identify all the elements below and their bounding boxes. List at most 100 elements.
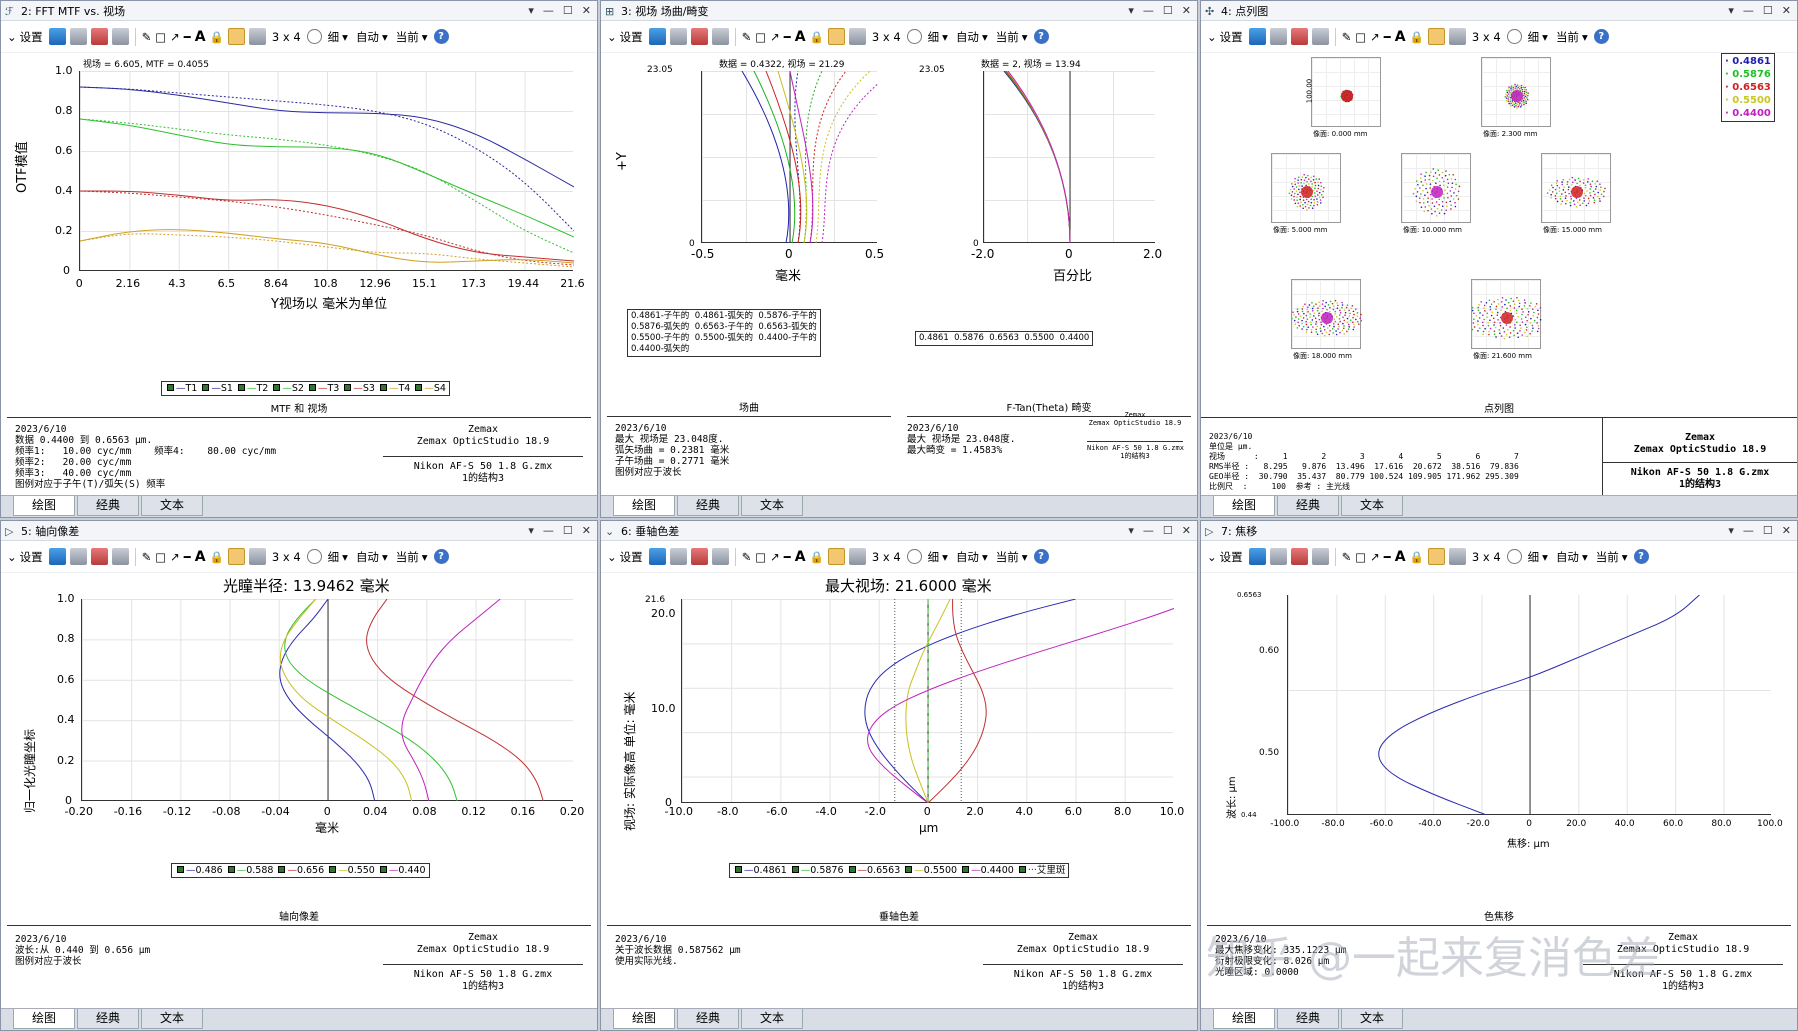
- pane-titlebar[interactable]: ⊞ 3: 视场 场曲/畸变 ▾ — ☐ ✕: [601, 1, 1197, 21]
- line-icon[interactable]: ━: [1384, 550, 1391, 564]
- help-icon[interactable]: ?: [1033, 29, 1049, 44]
- tab-plot[interactable]: 绘图: [613, 1009, 675, 1029]
- tab-text[interactable]: 文本: [1341, 496, 1403, 516]
- fit-icon[interactable]: [1427, 28, 1445, 45]
- arrow-icon[interactable]: ↗: [170, 550, 180, 564]
- power-icon[interactable]: [306, 29, 322, 44]
- settings-button[interactable]: ⌄ 设置: [5, 26, 45, 48]
- minimize-icon[interactable]: —: [1143, 524, 1154, 537]
- maximize-icon[interactable]: ☐: [1163, 524, 1173, 537]
- auto-button[interactable]: 自动 ▾: [354, 546, 390, 568]
- refresh-icon[interactable]: [1248, 28, 1266, 45]
- thin-button[interactable]: 细 ▾: [1526, 26, 1550, 48]
- auto-button[interactable]: 自动 ▾: [954, 546, 990, 568]
- print-icon[interactable]: [111, 28, 129, 45]
- tab-classic[interactable]: 经典: [677, 1009, 739, 1029]
- print-icon[interactable]: [711, 28, 729, 45]
- maximize-icon[interactable]: ☐: [1763, 4, 1773, 17]
- text-icon[interactable]: A: [1395, 549, 1406, 565]
- settings-button[interactable]: ⌄ 设置: [605, 546, 645, 568]
- pane-titlebar[interactable]: ✣ 4: 点列图 ▾ — ☐ ✕: [1201, 1, 1797, 21]
- save-icon[interactable]: [1290, 28, 1308, 45]
- dropdown-icon[interactable]: ▾: [528, 524, 534, 537]
- close-icon[interactable]: ✕: [582, 4, 591, 17]
- lock-icon[interactable]: 🔒: [210, 30, 224, 44]
- auto-button[interactable]: 自动 ▾: [1554, 546, 1590, 568]
- fit-icon[interactable]: [1427, 548, 1445, 565]
- rectangle-icon[interactable]: □: [755, 550, 766, 564]
- refresh-icon[interactable]: [648, 28, 666, 45]
- dropdown-icon[interactable]: ▾: [1728, 4, 1734, 17]
- refresh-icon[interactable]: [648, 548, 666, 565]
- settings-button[interactable]: ⌄ 设置: [1205, 546, 1245, 568]
- power-icon[interactable]: [1506, 29, 1522, 44]
- tab-plot[interactable]: 绘图: [13, 496, 75, 516]
- tab-text[interactable]: 文本: [741, 496, 803, 516]
- pencil-icon[interactable]: ✎: [142, 550, 152, 564]
- refresh-icon[interactable]: [1248, 548, 1266, 565]
- layout-button[interactable]: 3 x 4: [1470, 546, 1503, 568]
- layout-button[interactable]: 3 x 4: [870, 26, 903, 48]
- rectangle-icon[interactable]: □: [755, 30, 766, 44]
- refresh-icon[interactable]: [48, 548, 66, 565]
- close-icon[interactable]: ✕: [582, 524, 591, 537]
- pencil-icon[interactable]: ✎: [742, 550, 752, 564]
- pane-titlebar[interactable]: ⌄ 6: 垂轴色差 ▾ — ☐ ✕: [601, 521, 1197, 541]
- layout-button[interactable]: 3 x 4: [870, 546, 903, 568]
- copy-icon[interactable]: [69, 548, 87, 565]
- dropdown-icon[interactable]: ▾: [1128, 524, 1134, 537]
- tab-text[interactable]: 文本: [141, 1009, 203, 1029]
- print-icon[interactable]: [1311, 548, 1329, 565]
- tab-plot[interactable]: 绘图: [1213, 496, 1275, 516]
- layout-button[interactable]: 3 x 4: [270, 546, 303, 568]
- arrow-icon[interactable]: ↗: [770, 30, 780, 44]
- maximize-icon[interactable]: ☐: [563, 4, 573, 17]
- close-icon[interactable]: ✕: [1182, 4, 1191, 17]
- current-button[interactable]: 当前 ▾: [1554, 26, 1590, 48]
- rectangle-icon[interactable]: □: [155, 30, 166, 44]
- maximize-icon[interactable]: ☐: [563, 524, 573, 537]
- layout-button[interactable]: 3 x 4: [1470, 26, 1503, 48]
- close-icon[interactable]: ✕: [1182, 524, 1191, 537]
- current-button[interactable]: 当前 ▾: [994, 26, 1030, 48]
- tab-plot[interactable]: 绘图: [1213, 1009, 1275, 1029]
- line-icon[interactable]: ━: [784, 30, 791, 44]
- line-icon[interactable]: ━: [184, 550, 191, 564]
- save-icon[interactable]: [90, 548, 108, 565]
- thin-button[interactable]: 细 ▾: [926, 546, 950, 568]
- close-icon[interactable]: ✕: [1782, 524, 1791, 537]
- arrow-icon[interactable]: ↗: [1370, 550, 1380, 564]
- minimize-icon[interactable]: —: [1743, 524, 1754, 537]
- pencil-icon[interactable]: ✎: [1342, 550, 1352, 564]
- tab-classic[interactable]: 经典: [1277, 496, 1339, 516]
- lock-icon[interactable]: 🔒: [810, 550, 824, 564]
- settings-button[interactable]: ⌄ 设置: [1205, 26, 1245, 48]
- power-icon[interactable]: [1506, 549, 1522, 564]
- text-icon[interactable]: A: [795, 549, 806, 565]
- minimize-icon[interactable]: —: [543, 524, 554, 537]
- copy-icon[interactable]: [669, 548, 687, 565]
- window-icon[interactable]: [248, 28, 266, 45]
- tab-text[interactable]: 文本: [1341, 1009, 1403, 1029]
- window-icon[interactable]: [848, 28, 866, 45]
- fit-icon[interactable]: [827, 548, 845, 565]
- text-icon[interactable]: A: [795, 29, 806, 45]
- line-icon[interactable]: ━: [784, 550, 791, 564]
- rectangle-icon[interactable]: □: [1355, 550, 1366, 564]
- current-button[interactable]: 当前 ▾: [394, 26, 430, 48]
- help-icon[interactable]: ?: [433, 549, 449, 564]
- help-icon[interactable]: ?: [1033, 549, 1049, 564]
- settings-button[interactable]: ⌄ 设置: [5, 546, 45, 568]
- print-icon[interactable]: [111, 548, 129, 565]
- settings-button[interactable]: ⌄ 设置: [605, 26, 645, 48]
- power-icon[interactable]: [306, 549, 322, 564]
- auto-button[interactable]: 自动 ▾: [954, 26, 990, 48]
- tab-text[interactable]: 文本: [741, 1009, 803, 1029]
- current-button[interactable]: 当前 ▾: [994, 546, 1030, 568]
- thin-button[interactable]: 细 ▾: [326, 546, 350, 568]
- lock-icon[interactable]: 🔒: [210, 550, 224, 564]
- tab-classic[interactable]: 经典: [1277, 1009, 1339, 1029]
- window-icon[interactable]: [1448, 548, 1466, 565]
- fit-icon[interactable]: [227, 548, 245, 565]
- copy-icon[interactable]: [669, 28, 687, 45]
